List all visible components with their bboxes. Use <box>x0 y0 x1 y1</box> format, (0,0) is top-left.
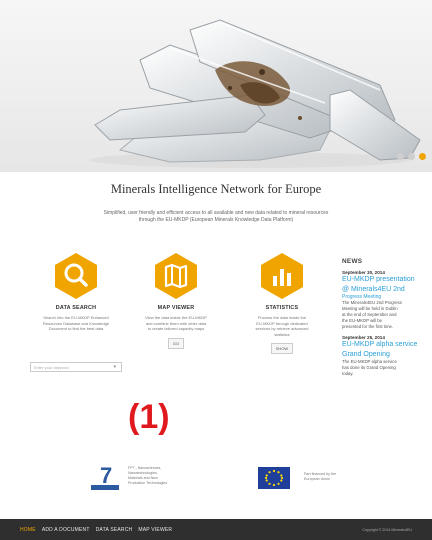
news-item-link[interactable]: EU-MKDP presentation @ Minerals4EU 2nd P… <box>342 275 432 300</box>
desc-line: Document to find the best data <box>48 326 104 332</box>
slider-dot[interactable] <box>408 153 415 160</box>
slider-dot[interactable] <box>397 153 404 160</box>
footer-bar: HOME ADD A DOCUMENT DATA SEARCH MAP VIEW… <box>0 519 432 540</box>
site-title: Minerals Intelligence Network for Europe <box>110 182 322 196</box>
feature-description: Process the data inside the EU-MKDP thro… <box>236 315 328 337</box>
svg-text:7: 7 <box>100 463 112 488</box>
tagline: Simplified, user friendly and efficient … <box>60 210 372 224</box>
search-placeholder: Enter your keyword <box>34 365 69 370</box>
news-panel: NEWS September 30, 2014 EU-MKDP presenta… <box>342 258 432 377</box>
feature-data-search: DATA SEARCH Search into the EU-MKDP Enha… <box>30 252 122 332</box>
news-heading: NEWS <box>342 258 363 265</box>
footer-link-add-document[interactable]: ADD A DOCUMENT <box>42 527 90 533</box>
tagline-line: through the EU-MKDP (European Minerals K… <box>138 217 294 223</box>
footer-link-data-search[interactable]: DATA SEARCH <box>96 527 133 533</box>
news-body: The Minerals4EU 2nd Progress Meeting wil… <box>342 300 432 330</box>
news-body-line: today. <box>342 371 354 376</box>
chevron-down-icon[interactable]: ▾ <box>113 364 116 370</box>
feature-title: STATISTICS <box>265 305 299 311</box>
news-title-line[interactable]: @ Minerals4EU 2nd <box>342 285 432 295</box>
footer-link-home[interactable]: HOME <box>20 527 36 533</box>
copyright-text: Copyright © 2014 Minerals4EU <box>362 527 412 532</box>
fp7-logo: 7 <box>91 463 119 490</box>
fp7-caption-line: Production Technologies <box>128 481 168 485</box>
eu-caption-line: European Union <box>304 477 330 481</box>
slider-dot-active[interactable] <box>419 153 426 160</box>
map-go-button[interactable]: GO <box>167 337 185 349</box>
news-item-link[interactable]: EU-MKDP alpha service Grand Opening <box>342 340 432 359</box>
desc-line: to create tailored capacity maps <box>147 326 205 332</box>
desc-line: Search into the EU-MKDP Enhanced <box>43 315 109 320</box>
desc-line: statistics <box>274 331 290 337</box>
news-title-line[interactable]: EU-MKDP alpha service <box>342 340 432 350</box>
feature-statistics: STATISTICS Process the data inside the E… <box>236 252 328 355</box>
eu-flag-logo <box>258 467 290 489</box>
news-body-line: presented for the first time. <box>342 324 394 329</box>
feature-description: Search into the EU-MKDP Enhanced Resourc… <box>30 315 122 332</box>
feature-description: View the data inside the EU-MKDP and com… <box>130 315 222 332</box>
footer-nav: HOME ADD A DOCUMENT DATA SEARCH MAP VIEW… <box>20 527 172 533</box>
news-body: The EU-MKDP alpha service has done its G… <box>342 359 432 377</box>
map-icon[interactable] <box>154 252 198 300</box>
keyword-search-input[interactable]: Enter your keyword ▾ <box>30 362 122 372</box>
annotation-label: (1) <box>128 398 170 436</box>
slider-pager <box>397 153 426 160</box>
news-title-line[interactable]: Grand Opening <box>342 350 432 360</box>
news-title-line[interactable]: EU-MKDP presentation <box>342 275 432 285</box>
feature-title: MAP VIEWER <box>157 305 195 311</box>
mineral-crystal-image <box>90 19 421 168</box>
footer-link-map-viewer[interactable]: MAP VIEWER <box>138 527 172 533</box>
feature-title: DATA SEARCH <box>55 305 97 311</box>
tagline-line: Simplified, user friendly and efficient … <box>103 210 329 216</box>
eu-caption: Part financed by the European Union <box>304 472 336 482</box>
feature-map-viewer: MAP VIEWER View the data inside the EU-M… <box>130 252 222 350</box>
fp7-caption: FP7 - Nanosciences, Nanotechnologies, Ma… <box>128 466 167 486</box>
statistics-show-button[interactable]: SHOW <box>270 343 294 355</box>
magnifier-icon[interactable] <box>54 252 98 300</box>
bar-chart-icon[interactable] <box>260 252 304 300</box>
hero-slider[interactable] <box>0 0 432 172</box>
